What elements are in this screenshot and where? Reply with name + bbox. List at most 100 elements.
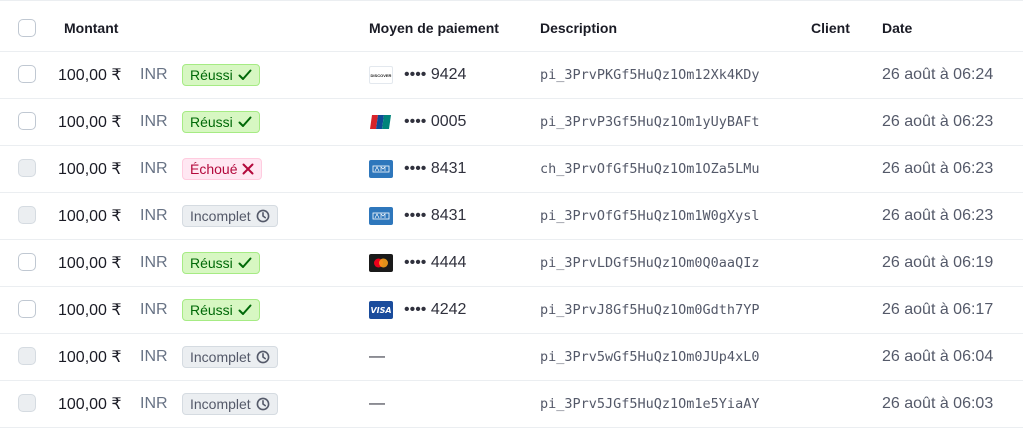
status-label: Incomplet [190, 349, 251, 365]
description: pi_3PrvP3Gf5HuQz1Om1yUyBAFt [540, 114, 760, 130]
select-all-checkbox[interactable] [18, 19, 36, 37]
description: pi_3PrvPKGf5HuQz1Om12Xk4KDy [540, 67, 760, 83]
description: pi_3PrvJ8Gf5HuQz1Om0Gdth7YP [540, 302, 760, 318]
row-checkbox[interactable] [18, 394, 36, 412]
amount: 100,00 ₹ [58, 67, 122, 84]
card-last4: •••• 8431 [404, 207, 467, 224]
description: pi_3Prv5JGf5HuQz1Om1e5YiaAY [540, 396, 760, 412]
column-header-amount[interactable]: Montant [64, 1, 118, 51]
status-badge: Incomplet [182, 346, 278, 368]
payment-method: — [369, 334, 385, 380]
amount: 100,00 ₹ [58, 208, 122, 225]
clock-icon [256, 350, 270, 364]
card-last4: •••• 8431 [404, 160, 467, 177]
status-label: Incomplet [190, 396, 251, 412]
description: ch_3PrvOfGf5HuQz1Om1OZa5LMu [540, 161, 760, 177]
card-last4: •••• 4444 [404, 254, 467, 271]
table-row[interactable]: 100,00 ₹ INR Échoué •••• 8431 ch_3PrvOfGf5Hu… [0, 146, 1023, 193]
table-header: Montant Moyen de paiement Description Cl… [0, 0, 1023, 52]
row-checkbox[interactable] [18, 159, 36, 177]
payments-table: Montant Moyen de paiement Description Cl… [0, 0, 1023, 428]
date: 26 août à 06:23 [882, 207, 994, 224]
currency: INR [140, 254, 168, 271]
amount: 100,00 ₹ [58, 349, 122, 366]
currency: INR [140, 301, 168, 318]
currency: INR [140, 207, 168, 224]
check-icon [238, 257, 252, 268]
date: 26 août à 06:17 [882, 301, 994, 318]
check-icon [238, 304, 252, 315]
currency: INR [140, 348, 168, 365]
clock-icon [256, 209, 270, 223]
table-row[interactable]: 100,00 ₹ INR Réussi •••• 0005 pi_3PrvP3Gf5Hu… [0, 99, 1023, 146]
payment-method: VISA •••• 4242 [369, 287, 466, 333]
amex-card-icon [369, 160, 393, 178]
table-row[interactable]: 100,00 ₹ INR Incomplet — pi_3Prv5wGf5HuQz1Om… [0, 334, 1023, 381]
description: pi_3PrvLDGf5HuQz1Om0Q0aaQIz [540, 255, 760, 271]
date: 26 août à 06:19 [882, 254, 994, 271]
date: 26 août à 06:23 [882, 113, 994, 130]
column-header-payment-method[interactable]: Moyen de paiement [369, 1, 499, 51]
date: 26 août à 06:04 [882, 348, 994, 365]
card-last4: •••• 9424 [404, 66, 467, 83]
payment-method: •••• 0005 [369, 99, 466, 145]
amount: 100,00 ₹ [58, 255, 122, 272]
row-checkbox[interactable] [18, 206, 36, 224]
date: 26 août à 06:24 [882, 66, 994, 83]
payment-method: •••• 4444 [369, 240, 466, 286]
visa-card-icon: VISA [369, 301, 393, 319]
payment-method: •••• 8431 [369, 146, 466, 192]
table-row[interactable]: 100,00 ₹ INR Réussi DISCOVER •••• 9424 pi_3Pr… [0, 52, 1023, 99]
amount: 100,00 ₹ [58, 396, 122, 413]
column-header-customer[interactable]: Client [811, 1, 850, 51]
amex-card-icon [369, 207, 393, 225]
table-row[interactable]: 100,00 ₹ INR Réussi VISA •••• 4242 pi_3PrvJ8G… [0, 287, 1023, 334]
amount: 100,00 ₹ [58, 161, 122, 178]
card-last4: •••• 4242 [404, 301, 467, 318]
status-label: Réussi [190, 114, 233, 130]
cross-icon [242, 163, 254, 175]
check-icon [238, 69, 252, 80]
table-body: 100,00 ₹ INR Réussi DISCOVER •••• 9424 pi_3Pr… [0, 52, 1023, 428]
date: 26 août à 06:23 [882, 160, 994, 177]
payment-method: DISCOVER •••• 9424 [369, 52, 466, 98]
description: pi_3Prv5wGf5HuQz1Om0JUp4xL0 [540, 349, 760, 365]
status-badge: Échoué [182, 158, 263, 180]
status-label: Incomplet [190, 208, 251, 224]
currency: INR [140, 395, 168, 412]
status-badge: Incomplet [182, 205, 278, 227]
status-badge: Réussi [182, 252, 260, 274]
amount: 100,00 ₹ [58, 302, 122, 319]
description: pi_3PrvOfGf5HuQz1Om1W0gXysl [540, 208, 760, 224]
table-row[interactable]: 100,00 ₹ INR Incomplet — pi_3Prv5JGf5HuQz1Om… [0, 381, 1023, 428]
amount: 100,00 ₹ [58, 114, 122, 131]
card-last4: •••• 0005 [404, 113, 467, 130]
status-label: Réussi [190, 255, 233, 271]
row-checkbox[interactable] [18, 347, 36, 365]
table-row[interactable]: 100,00 ₹ INR Incomplet •••• 8431 pi_3PrvOfGf… [0, 193, 1023, 240]
row-checkbox[interactable] [18, 253, 36, 271]
status-badge: Réussi [182, 111, 260, 133]
status-label: Réussi [190, 302, 233, 318]
card-last4: — [369, 348, 385, 365]
clock-icon [256, 397, 270, 411]
column-header-description[interactable]: Description [540, 1, 617, 51]
mastercard-card-icon [369, 254, 393, 272]
status-badge: Réussi [182, 299, 260, 321]
currency: INR [140, 160, 168, 177]
date: 26 août à 06:03 [882, 395, 994, 412]
discover-card-icon: DISCOVER [369, 66, 393, 84]
payment-method: — [369, 381, 385, 427]
row-checkbox[interactable] [18, 65, 36, 83]
status-label: Réussi [190, 67, 233, 83]
column-header-date[interactable]: Date [882, 1, 912, 51]
status-badge: Réussi [182, 64, 260, 86]
row-checkbox[interactable] [18, 300, 36, 318]
card-last4: — [369, 395, 385, 412]
currency: INR [140, 113, 168, 130]
currency: INR [140, 66, 168, 83]
row-checkbox[interactable] [18, 112, 36, 130]
table-row[interactable]: 100,00 ₹ INR Réussi •••• 4444 pi_3PrvLDGf5Hu… [0, 240, 1023, 287]
payment-method: •••• 8431 [369, 193, 466, 239]
unionpay-card-icon [369, 113, 393, 131]
